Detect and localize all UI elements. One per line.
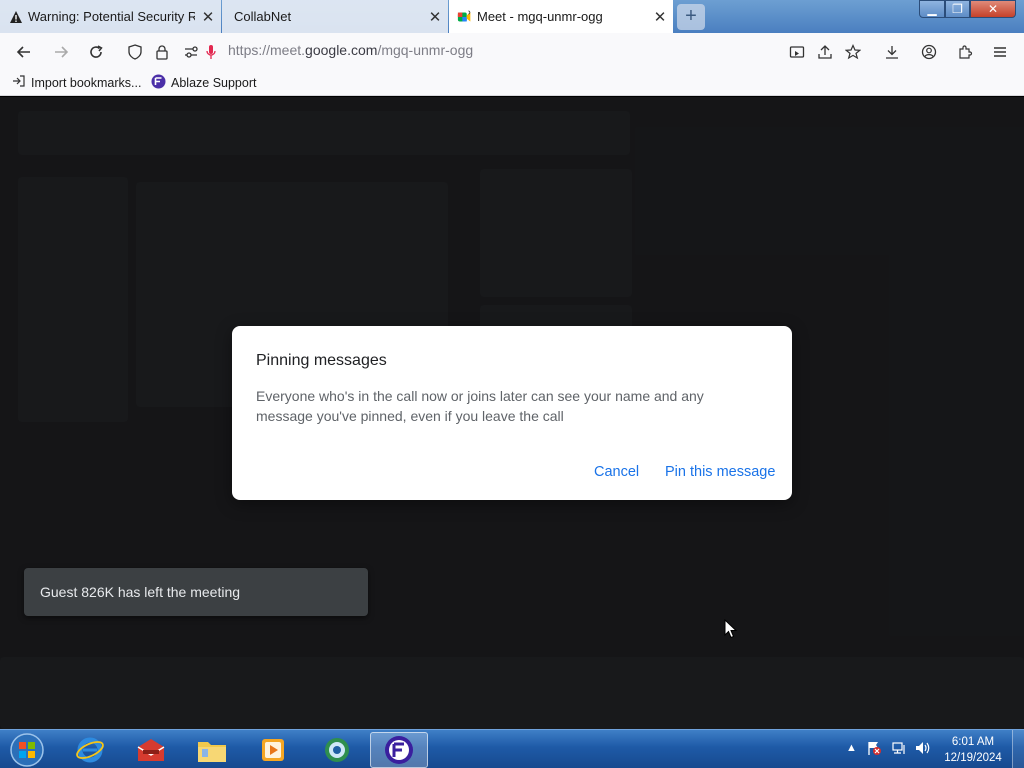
bookmarks-bar: Import bookmarks... Ablaze Support <box>0 69 1024 96</box>
maximize-button[interactable]: ❐ <box>945 0 970 18</box>
bookmark-label: Ablaze Support <box>171 76 257 90</box>
start-orb-icon[interactable] <box>0 732 54 768</box>
tab-meet[interactable]: Meet - mgq-unmr-ogg ✕ <box>449 0 673 33</box>
close-tab-icon[interactable]: ✕ <box>647 8 673 26</box>
ablaze-icon <box>151 74 166 92</box>
pinning-messages-dialog: Pinning messages Everyone who's in the c… <box>232 326 792 500</box>
tab-title: Warning: Potential Security Risk <box>28 9 195 24</box>
account-icon[interactable] <box>918 41 940 63</box>
url-prefix: https://meet. <box>228 42 306 58</box>
toolbox-icon[interactable] <box>123 732 179 768</box>
tab-security-warning[interactable]: Warning: Potential Security Risk ✕ <box>0 0 221 33</box>
downloads-icon[interactable] <box>881 41 903 63</box>
pin-message-button[interactable]: Pin this message <box>665 464 775 480</box>
minimize-button[interactable]: ▁ <box>919 0 945 18</box>
share-icon[interactable] <box>814 41 836 63</box>
close-window-button[interactable]: ✕ <box>970 0 1016 18</box>
internet-explorer-icon[interactable] <box>62 732 118 768</box>
reload-icon[interactable] <box>85 41 107 63</box>
warning-icon <box>8 9 24 25</box>
bookmark-import[interactable]: Import bookmarks... <box>12 74 141 91</box>
close-tab-icon[interactable]: ✕ <box>422 8 448 26</box>
permissions-icon[interactable] <box>180 41 202 63</box>
close-tab-icon[interactable]: ✕ <box>195 8 221 26</box>
meet-page: Pinning messages Everyone who's in the c… <box>0 97 1024 729</box>
volume-icon[interactable] <box>914 740 932 759</box>
url-domain: google.com <box>305 42 378 58</box>
lock-icon[interactable] <box>151 41 173 63</box>
tab-strip: Warning: Potential Security Risk ✕ Colla… <box>0 0 1024 33</box>
show-hidden-icons-icon[interactable]: ▲ <box>846 742 857 754</box>
menu-icon[interactable] <box>989 41 1011 63</box>
floorp-browser-icon[interactable] <box>370 732 428 768</box>
bookmark-label: Import bookmarks... <box>31 75 142 90</box>
media-player-icon[interactable] <box>245 732 301 768</box>
network-status-icon[interactable] <box>891 740 907 759</box>
participant-left-toast: Guest 826K has left the meeting <box>24 568 368 616</box>
import-icon <box>12 74 26 91</box>
tab-title: CollabNet <box>234 9 292 24</box>
windows-taskbar: ▲ 6:01 AM 12/19/2024 <box>0 729 1024 768</box>
show-desktop-button[interactable] <box>1012 730 1024 768</box>
dialog-title: Pinning messages <box>256 352 387 369</box>
network-app-icon[interactable] <box>309 732 365 768</box>
dialog-body: Everyone who's in the call now or joins … <box>256 388 704 424</box>
system-clock[interactable]: 6:01 AM 12/19/2024 <box>938 734 1008 766</box>
tab-collabnet[interactable]: CollabNet ✕ <box>222 0 448 33</box>
tab-title: Meet - mgq-unmr-ogg <box>477 9 603 24</box>
clock-date: 12/19/2024 <box>944 752 1002 764</box>
action-center-flag-icon[interactable] <box>866 740 882 759</box>
clock-time: 6:01 AM <box>951 736 995 748</box>
bookmark-ablaze-support[interactable]: Ablaze Support <box>151 74 256 92</box>
tracking-shield-icon[interactable] <box>124 41 146 63</box>
bookmark-star-icon[interactable] <box>842 41 864 63</box>
url-path: /mgq-unmr-ogg <box>377 42 474 58</box>
url-bar[interactable]: https://meet.google.com/mgq-unmr-ogg <box>228 42 473 58</box>
back-arrow-icon[interactable] <box>13 41 35 63</box>
cancel-button[interactable]: Cancel <box>594 464 639 480</box>
new-tab-button[interactable]: + <box>677 4 705 30</box>
microphone-icon[interactable] <box>200 41 222 63</box>
screen-share-icon[interactable] <box>786 41 808 63</box>
file-explorer-icon[interactable] <box>184 732 240 768</box>
mouse-pointer-icon <box>724 618 738 639</box>
navigation-bar: https://meet.google.com/mgq-unmr-ogg <box>0 33 1024 69</box>
extensions-icon[interactable] <box>954 41 976 63</box>
google-meet-icon <box>457 9 473 25</box>
forward-arrow-icon[interactable] <box>50 41 72 63</box>
